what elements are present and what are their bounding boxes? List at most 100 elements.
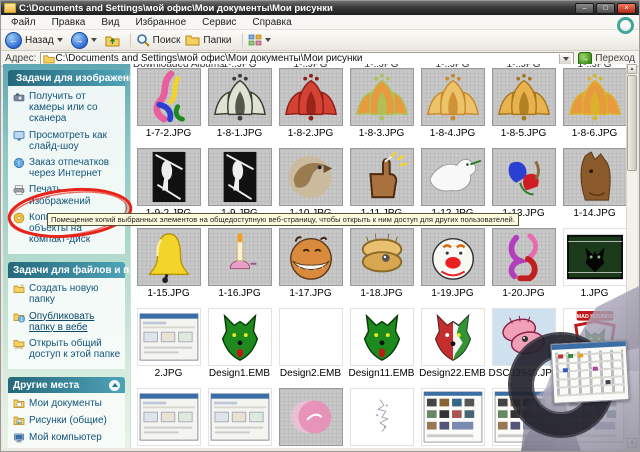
file-label: 1-8-4.JPG [429, 128, 476, 139]
close-button[interactable]: × [617, 2, 636, 14]
task-label: Просмотреть как слайд-шоу [29, 129, 107, 152]
file-item[interactable] [559, 389, 630, 448]
sidebar-task-link[interactable]: Заказ отпечатков через Интернет [13, 157, 122, 179]
file-item[interactable]: Design1.EMB [204, 309, 275, 389]
file-item[interactable]: 2.JPG [133, 309, 204, 389]
file-item[interactable]: 1-8-6.JPG [559, 69, 630, 149]
file-item[interactable]: 9.JPG [417, 389, 488, 448]
back-button[interactable]: ← Назад [5, 31, 66, 49]
back-dropdown-icon[interactable] [56, 38, 63, 42]
file-item[interactable]: Design11.EMB [346, 309, 417, 389]
file-item[interactable]: 1-20.JPG [488, 229, 559, 309]
up-button[interactable] [105, 34, 120, 47]
menu-file[interactable]: Файл [3, 17, 44, 28]
camera-icon [13, 91, 25, 103]
file-item[interactable]: Design2.EMB [275, 309, 346, 389]
file-list-area: Downloaded Albums1-..JPG1-..JPG1-..JPG1-… [130, 64, 637, 448]
views-dropdown-icon[interactable] [264, 38, 271, 42]
sidebar-task-link[interactable]: Создать новую папку [13, 283, 122, 305]
file-item[interactable]: 1-19.JPG [417, 229, 488, 309]
sidebar-task-link[interactable]: Печать изображений [13, 184, 122, 207]
sidebar-task-link[interactable]: Опубликовать папку в вебе [13, 311, 122, 333]
navigation-toolbar: ← Назад → Поиск Папки [1, 30, 639, 51]
sidebar-task-link[interactable]: Рисунки (общие) [13, 415, 122, 427]
file-item[interactable]: новый-1.cpt [346, 389, 417, 448]
file-label: Design22.EMB [419, 368, 486, 379]
menu-help[interactable]: Справка [244, 17, 299, 28]
file-thumbnail [563, 149, 626, 205]
menu-favorites[interactable]: Избранное [127, 17, 194, 28]
address-dropdown-button[interactable] [559, 53, 572, 64]
address-folder-icon [43, 54, 56, 63]
file-item[interactable]: 1-17.JPG [275, 229, 346, 309]
file-item[interactable]: Безымянный.JPG [275, 389, 346, 448]
file-thumbnail [422, 389, 484, 445]
image-tasks-list: Получить от камеры или со сканера Просмот… [8, 86, 125, 255]
scroll-up-button[interactable]: ▲ [627, 64, 637, 74]
file-item[interactable]: 1-15.JPG [133, 229, 204, 309]
file-item[interactable]: 1-8-4.JPG [417, 69, 488, 149]
vertical-scrollbar[interactable]: ▲ ▼ [626, 64, 637, 448]
file-thumbnail [564, 229, 626, 285]
file-label: 1.JPG [580, 288, 609, 299]
file-label: 1-17.JPG [289, 288, 332, 299]
file-label: 1-20.JPG [502, 288, 545, 299]
file-thumbnail [563, 69, 626, 125]
file-item[interactable]: Design22.EMB [417, 309, 488, 389]
toolbar-separator [241, 33, 243, 47]
file-item[interactable]: Безымянный.bmp [204, 389, 275, 448]
file-item[interactable]: 1-8-3.JPG [346, 69, 417, 149]
file-thumbnail [421, 149, 484, 205]
forward-button[interactable]: → [70, 31, 100, 49]
search-button[interactable]: Поиск [136, 33, 180, 47]
file-item[interactable]: Безымянный2.bmp [133, 389, 204, 448]
file-label: goncaya.EMB [563, 368, 626, 379]
file-thumbnail [208, 229, 271, 285]
menu-bar: Файл Правка Вид Избранное Сервис Справка [1, 15, 639, 30]
sidebar-task-link[interactable]: Открыть общий доступ к этой папке [13, 338, 122, 360]
file-label: 1-18.JPG [360, 288, 403, 299]
task-label: Рисунки (общие) [29, 415, 107, 427]
image-tasks-header[interactable]: Задачи для изображений [8, 70, 130, 86]
menu-view[interactable]: Вид [93, 17, 127, 28]
file-item[interactable]: 1-14.JPG [559, 149, 630, 229]
menu-tools[interactable]: Сервис [194, 17, 244, 28]
file-item[interactable]: 10.JPG [488, 389, 559, 448]
file-thumbnail [492, 69, 555, 125]
file-label: 1-15.JPG [147, 288, 190, 299]
other-places-title: Другие места [13, 379, 80, 391]
scroll-down-button[interactable]: ▼ [627, 438, 637, 448]
sidebar-task-link[interactable]: Мои документы [13, 398, 122, 410]
maximize-button[interactable]: □ [596, 2, 615, 14]
file-item[interactable]: 1-7-2.JPG [133, 69, 204, 149]
file-item[interactable]: 1-18.JPG [346, 229, 417, 309]
scrollbar-thumb[interactable] [627, 75, 637, 171]
other-places-header[interactable]: Другие места [8, 377, 125, 394]
shared-pictures-icon [13, 415, 25, 427]
file-item[interactable]: MAD HOUNDS goncaya.EMB [559, 309, 630, 389]
file-item[interactable]: 1-8-1.JPG [204, 69, 275, 149]
file-item[interactable]: DSC03949.JPG [488, 309, 559, 389]
sidebar-task-link[interactable]: Просмотреть как слайд-шоу [13, 130, 122, 152]
file-thumbnail [137, 69, 200, 125]
file-label: Design1.EMB [208, 368, 271, 379]
file-item[interactable]: 1-16.JPG [204, 229, 275, 309]
file-tasks-header[interactable]: Задачи для файлов и папок [8, 262, 130, 279]
menu-edit[interactable]: Правка [44, 17, 94, 28]
file-label: DSC03949.JPG [488, 368, 559, 379]
file-label: 1-19.JPG [431, 288, 474, 299]
file-thumbnail [280, 309, 342, 365]
sidebar-task-link[interactable]: Получить от камеры или со сканера [13, 91, 122, 125]
prints-icon [13, 157, 25, 169]
file-item[interactable]: 1-8-2.JPG [275, 69, 346, 149]
forward-dropdown-icon[interactable] [90, 38, 97, 42]
views-button[interactable] [248, 34, 274, 46]
collapse-chevron-icon[interactable] [109, 379, 120, 391]
folders-button[interactable]: Папки [185, 34, 232, 46]
minimize-button[interactable]: – [575, 2, 594, 14]
file-label: 1-7-2.JPG [145, 128, 192, 139]
sidebar-task-link[interactable]: Мой компьютер [13, 432, 122, 444]
file-item[interactable]: 1-8-5.JPG [488, 69, 559, 149]
address-label: Адрес: [5, 53, 37, 64]
file-item[interactable]: 1.JPG [559, 229, 630, 309]
